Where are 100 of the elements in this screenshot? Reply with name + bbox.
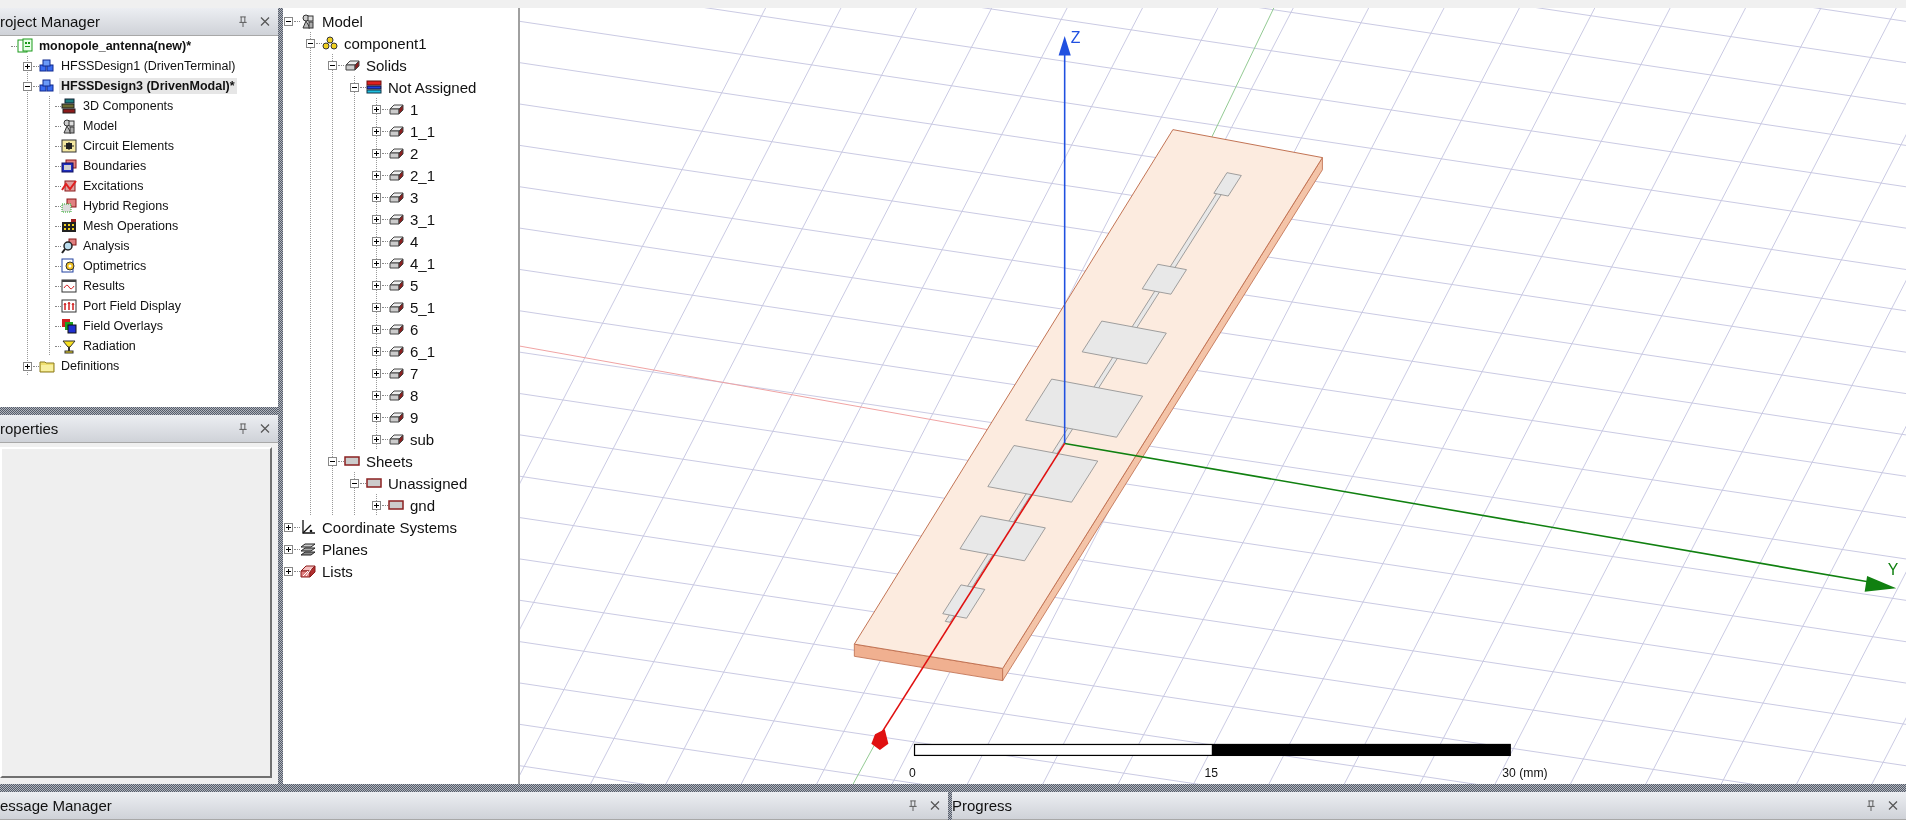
tree-item[interactable]: Boundaries bbox=[81, 158, 149, 174]
tree-item[interactable]: Coordinate Systems bbox=[320, 517, 460, 537]
expand-toggle[interactable] bbox=[284, 522, 293, 532]
tree-item[interactable]: 6_1 bbox=[408, 341, 438, 361]
expand-toggle[interactable] bbox=[372, 236, 381, 246]
expand-toggle[interactable] bbox=[372, 390, 381, 400]
tree-item[interactable]: Lists bbox=[320, 561, 355, 581]
tree-item[interactable]: Not Assigned bbox=[386, 77, 479, 97]
pin-icon[interactable] bbox=[908, 800, 918, 811]
expand-toggle[interactable] bbox=[372, 412, 381, 422]
tree-item[interactable]: Port Field Display bbox=[81, 298, 183, 314]
splitter[interactable] bbox=[948, 792, 952, 820]
viewport[interactable]: Z Y 0 15 30 (mm) bbox=[520, 8, 1906, 784]
expand-toggle[interactable] bbox=[372, 434, 381, 444]
splitter[interactable] bbox=[0, 784, 1906, 792]
boxes-icon bbox=[61, 198, 77, 214]
expand-toggle[interactable] bbox=[328, 60, 337, 70]
planes-icon bbox=[300, 541, 316, 557]
tree-item[interactable]: Results bbox=[81, 278, 127, 294]
expand-toggle[interactable] bbox=[284, 16, 293, 26]
expand-toggle[interactable] bbox=[372, 302, 381, 312]
tree-item[interactable]: Field Overlays bbox=[81, 318, 165, 334]
panel-title: roperties bbox=[0, 420, 59, 437]
expand-toggle[interactable] bbox=[23, 81, 32, 91]
tree-item[interactable]: Sheets bbox=[364, 451, 415, 471]
tree-item[interactable]: sub bbox=[408, 429, 437, 449]
tree-item[interactable]: 3_1 bbox=[408, 209, 438, 229]
tree-item[interactable]: Model bbox=[320, 11, 365, 31]
tree-item[interactable]: Circuit Elements bbox=[81, 138, 176, 154]
expand-toggle[interactable] bbox=[372, 170, 381, 180]
shapes-icon bbox=[61, 118, 77, 134]
tree-item[interactable]: 7 bbox=[408, 363, 421, 383]
tree-item[interactable]: Mesh Operations bbox=[81, 218, 181, 234]
tree-item[interactable]: Hybrid Regions bbox=[81, 198, 171, 214]
expand-toggle[interactable] bbox=[372, 148, 381, 158]
block-icon bbox=[388, 233, 404, 249]
splitter[interactable] bbox=[0, 407, 278, 415]
tree-item[interactable]: 1 bbox=[408, 99, 421, 119]
tree-item[interactable]: 3 bbox=[408, 187, 421, 207]
close-icon[interactable] bbox=[260, 423, 270, 434]
tree-item[interactable]: Definitions bbox=[59, 358, 122, 374]
pin-icon[interactable] bbox=[238, 16, 248, 27]
expand-toggle[interactable] bbox=[23, 361, 32, 371]
expand-toggle[interactable] bbox=[372, 500, 381, 510]
sheet-icon bbox=[366, 475, 382, 491]
tree-item[interactable]: Unassigned bbox=[386, 473, 470, 493]
block-icon bbox=[388, 365, 404, 381]
expand-toggle[interactable] bbox=[372, 104, 381, 114]
pin-icon[interactable] bbox=[238, 423, 248, 434]
expand-toggle[interactable] bbox=[328, 456, 337, 466]
axis-label: Y bbox=[1887, 560, 1899, 578]
tree-item[interactable]: Excitations bbox=[81, 178, 146, 194]
expand-toggle[interactable] bbox=[372, 324, 381, 334]
tree-item[interactable]: 8 bbox=[408, 385, 421, 405]
tree-item[interactable]: Radiation bbox=[81, 338, 138, 354]
expand-toggle[interactable] bbox=[372, 192, 381, 202]
expand-toggle[interactable] bbox=[372, 280, 381, 290]
tree-item[interactable]: gnd bbox=[408, 495, 438, 515]
tree-item[interactable]: 9 bbox=[408, 407, 421, 427]
tree-item[interactable]: 4 bbox=[408, 231, 421, 251]
expand-toggle[interactable] bbox=[350, 478, 359, 488]
tree-item[interactable]: 6 bbox=[408, 319, 421, 339]
tree-item[interactable]: Planes bbox=[320, 539, 370, 559]
tree-item[interactable]: Analysis bbox=[81, 238, 132, 254]
expand-toggle[interactable] bbox=[284, 566, 293, 576]
expand-toggle[interactable] bbox=[372, 368, 381, 378]
expand-toggle[interactable] bbox=[372, 258, 381, 268]
sheet-icon bbox=[344, 453, 360, 469]
expand-toggle[interactable] bbox=[350, 82, 359, 92]
expand-toggle[interactable] bbox=[306, 38, 315, 48]
block-icon bbox=[388, 343, 404, 359]
block-icon bbox=[388, 299, 404, 315]
close-icon[interactable] bbox=[260, 16, 270, 27]
tree-item[interactable]: 2_1 bbox=[408, 165, 438, 185]
expand-toggle[interactable] bbox=[372, 214, 381, 224]
tree-item[interactable]: component1 bbox=[342, 33, 429, 53]
close-icon[interactable] bbox=[1888, 800, 1898, 811]
block-icon bbox=[388, 123, 404, 139]
expand-toggle[interactable] bbox=[372, 346, 381, 356]
tree-item[interactable]: 4_1 bbox=[408, 253, 438, 273]
tree-item[interactable]: 5_1 bbox=[408, 297, 438, 317]
tree-item[interactable]: 1_1 bbox=[408, 121, 438, 141]
sheet-icon bbox=[388, 497, 404, 513]
expand-toggle[interactable] bbox=[372, 126, 381, 136]
tree-item[interactable]: monopole_antenna(new)* bbox=[37, 38, 194, 54]
block-icon bbox=[388, 145, 404, 161]
tree-item[interactable]: 3D Components bbox=[81, 98, 176, 114]
tree-item[interactable]: HFSSDesign3 (DrivenModal)* bbox=[59, 78, 237, 94]
squares-icon bbox=[61, 318, 77, 334]
expand-toggle[interactable] bbox=[23, 61, 32, 71]
tree-item[interactable]: Solids bbox=[364, 55, 409, 75]
magnifier-icon bbox=[61, 238, 77, 254]
tree-item[interactable]: Optimetrics bbox=[81, 258, 149, 274]
tree-item[interactable]: HFSSDesign1 (DrivenTerminal) bbox=[59, 58, 238, 74]
tree-item[interactable]: Model bbox=[81, 118, 120, 134]
expand-toggle[interactable] bbox=[284, 544, 293, 554]
tree-item[interactable]: 2 bbox=[408, 143, 421, 163]
pin-icon[interactable] bbox=[1866, 800, 1876, 811]
close-icon[interactable] bbox=[930, 800, 940, 811]
tree-item[interactable]: 5 bbox=[408, 275, 421, 295]
